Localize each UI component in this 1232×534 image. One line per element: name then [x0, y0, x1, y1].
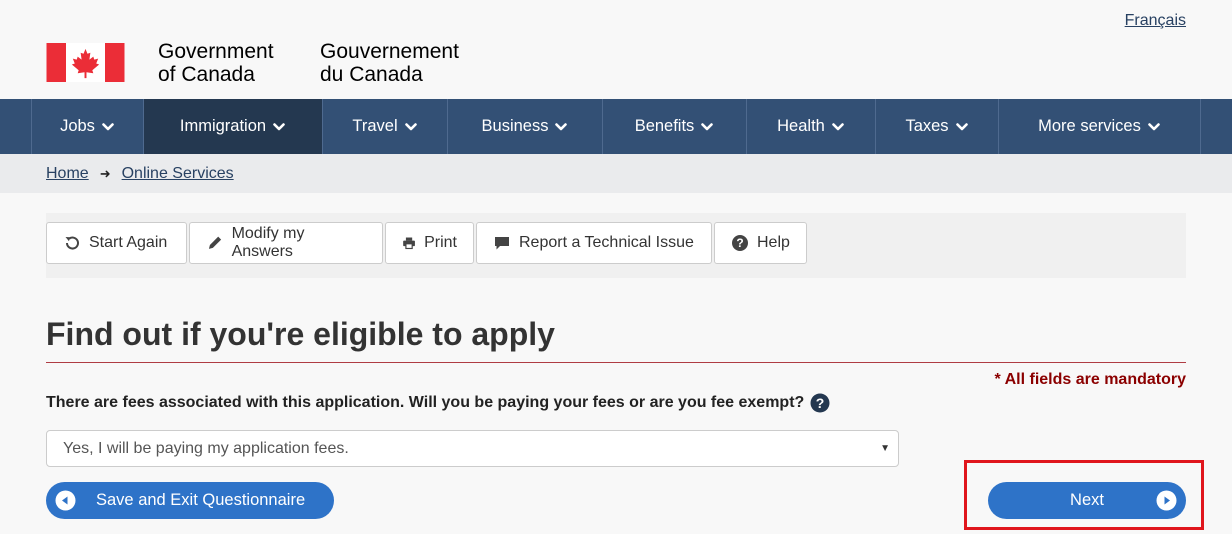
- comment-icon: [495, 237, 509, 250]
- start-again-label: Start Again: [89, 234, 168, 251]
- menu-item-label: More services: [1038, 117, 1141, 135]
- menu-item-immigration[interactable]: Immigration: [143, 99, 322, 154]
- mandatory-note: * All fields are mandatory: [994, 371, 1186, 388]
- breadcrumb-online-services-link[interactable]: Online Services: [122, 165, 234, 183]
- help-label: Help: [757, 234, 790, 251]
- report-issue-label: Report a Technical Issue: [519, 234, 694, 251]
- chevron-down-icon: [404, 122, 417, 130]
- language-toggle-link[interactable]: Français: [1125, 12, 1186, 30]
- breadcrumb: Home ➜ Online Services: [0, 154, 1232, 193]
- menu-item-label: Health: [777, 117, 825, 135]
- site-header: Government of Canada Gouvernement du Can…: [0, 0, 1232, 99]
- menu-item-label: Immigration: [179, 117, 267, 135]
- question-circle-icon[interactable]: ?: [810, 393, 830, 413]
- print-label: Print: [424, 234, 457, 251]
- modify-answers-button[interactable]: Modify my Answers: [189, 222, 383, 264]
- svg-text:?: ?: [736, 236, 743, 250]
- save-and-exit-label: Save and Exit Questionnaire: [96, 491, 306, 509]
- menu-item-travel[interactable]: Travel: [322, 99, 447, 154]
- menu-item-taxes[interactable]: Taxes: [875, 99, 998, 154]
- signature-fr-line2: du Canada: [320, 63, 423, 86]
- caret-down-icon: ▼: [880, 443, 890, 454]
- signature-french[interactable]: Gouvernement du Canada: [320, 40, 459, 86]
- start-again-button[interactable]: Start Again: [46, 222, 187, 264]
- selected-option: Yes, I will be paying my application fee…: [63, 439, 349, 457]
- menu-item-label: Business: [481, 117, 549, 135]
- page-title: Find out if you're eligible to apply: [46, 316, 1186, 363]
- menu-item-label: Benefits: [634, 117, 695, 135]
- chevron-down-icon: [701, 122, 714, 130]
- question-text: There are fees associated with this appl…: [46, 394, 805, 411]
- modify-answers-label: Modify my Answers: [231, 225, 305, 260]
- canada-flag-icon: [46, 43, 125, 82]
- fee-status-select[interactable]: Yes, I will be paying my application fee…: [46, 430, 899, 467]
- menu-item-label: Taxes: [905, 117, 949, 135]
- signature-en-line1: Government: [158, 40, 274, 63]
- signature-en-line2: of Canada: [158, 63, 255, 86]
- pencil-icon: [208, 236, 222, 249]
- refresh-icon: [65, 236, 79, 250]
- chevron-down-icon: [102, 122, 114, 130]
- save-and-exit-button[interactable]: Save and Exit Questionnaire: [46, 482, 334, 519]
- breadcrumb-home-link[interactable]: Home: [46, 165, 89, 183]
- highlight-box: [964, 460, 1204, 530]
- chevron-down-icon: [555, 122, 568, 130]
- report-issue-button[interactable]: Report a Technical Issue: [476, 222, 712, 264]
- questionnaire-toolbar: Start Again Modify my Answers Print Repo…: [46, 213, 1186, 278]
- arrow-right-icon: ➜: [99, 165, 111, 181]
- chevron-down-icon: [955, 122, 968, 130]
- print-button[interactable]: Print: [385, 222, 474, 264]
- menu-item-jobs[interactable]: Jobs: [31, 99, 143, 154]
- svg-text:?: ?: [816, 395, 825, 411]
- arrow-left-circle-icon: [55, 490, 76, 511]
- question-circle-icon: ?: [732, 235, 748, 251]
- printer-icon: [403, 237, 415, 250]
- help-button[interactable]: ? Help: [714, 222, 807, 264]
- signature-english[interactable]: Government of Canada: [158, 40, 274, 86]
- menu-item-label: Travel: [352, 117, 398, 135]
- menu-item-more-services[interactable]: More services: [998, 99, 1201, 154]
- menu-item-business[interactable]: Business: [447, 99, 602, 154]
- menu-item-label: Jobs: [60, 117, 95, 135]
- chevron-down-icon: [1148, 122, 1160, 130]
- menu-item-health[interactable]: Health: [746, 99, 875, 154]
- menu-item-benefits[interactable]: Benefits: [602, 99, 746, 154]
- signature-fr-line1: Gouvernement: [320, 40, 459, 63]
- chevron-down-icon: [832, 122, 844, 130]
- main-menu: Jobs Immigration Travel Business Benefit…: [0, 99, 1232, 154]
- question-label: There are fees associated with this appl…: [46, 393, 830, 413]
- chevron-down-icon: [273, 122, 285, 130]
